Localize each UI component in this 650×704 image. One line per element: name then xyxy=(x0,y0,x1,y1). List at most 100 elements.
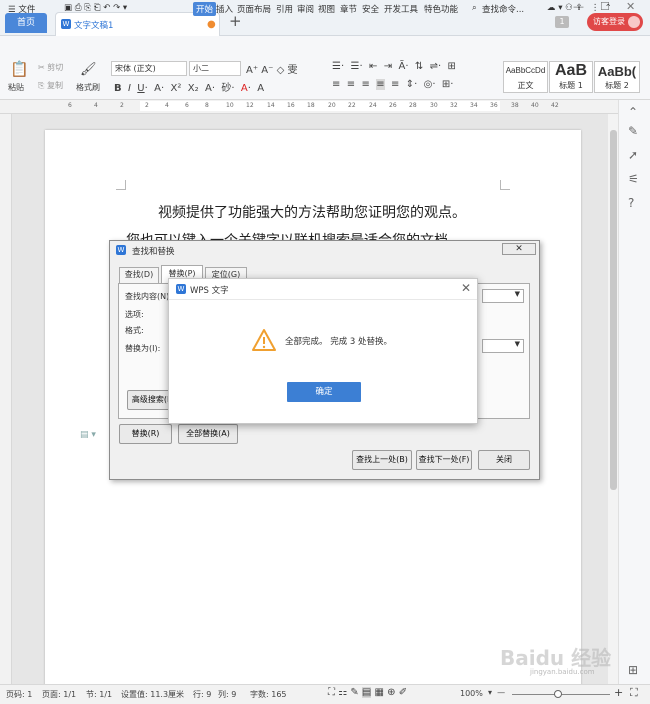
quick-access-icons[interactable]: ▣ ⎙ ⎘ ⎗ ↶ ↷ ▾ xyxy=(64,3,127,13)
find-content-dropdown-icon[interactable]: ▼ xyxy=(482,289,524,303)
ruler-number: 6 xyxy=(185,102,189,109)
message-text: 全部完成。 完成 3 处替换。 xyxy=(285,337,393,347)
command-search[interactable]: 查找命令... xyxy=(482,3,524,15)
ok-button[interactable]: 确定 xyxy=(287,382,361,402)
tab-find[interactable]: 查找(D) xyxy=(119,267,159,283)
replace-all-button[interactable]: 全部替换(A) xyxy=(178,424,238,444)
status-pages: 页面: 1/1 xyxy=(42,690,77,699)
style-heading1-label: 标题 1 xyxy=(559,81,583,90)
zoom-in-icon[interactable]: + xyxy=(614,686,623,699)
wps-writer-icon: W xyxy=(61,19,71,29)
ruler-number: 24 xyxy=(369,102,377,109)
copy-label: 复制 xyxy=(46,81,63,90)
cut-button[interactable]: ✂ 剪切 xyxy=(38,62,63,73)
margin-corner-tl xyxy=(116,180,126,190)
zoom-slider-handle[interactable] xyxy=(554,690,562,698)
menu-review[interactable]: 审阅 xyxy=(297,3,314,15)
menu-security[interactable]: 安全 xyxy=(362,3,379,15)
settings-sliders-icon[interactable]: ⚟ xyxy=(628,172,639,186)
find-dialog-title: 查找和替换 xyxy=(132,247,175,257)
fit-page-icon[interactable]: ⛶ xyxy=(630,686,638,700)
style-normal[interactable]: AaBbCcDd 正文 xyxy=(503,61,548,93)
avatar-icon xyxy=(628,16,640,28)
font-grow-shrink-icons[interactable]: A⁺ A⁻ ◇ 雯 xyxy=(246,61,297,76)
scrollbar-thumb[interactable] xyxy=(610,130,617,490)
replace-dropdown-icon[interactable]: ▼ xyxy=(482,339,524,353)
ruler-number: 18 xyxy=(307,102,315,109)
ruler-number: 28 xyxy=(409,102,417,109)
close-dialog-button[interactable]: 关闭 xyxy=(478,450,530,470)
format-painter-label[interactable]: 格式刷 xyxy=(76,82,100,93)
menu-insert[interactable]: 插入 xyxy=(216,3,233,15)
font-name-select[interactable]: 宋体 (正文) xyxy=(111,61,187,76)
apps-grid-icon[interactable]: ⊞ xyxy=(628,663,638,677)
right-sidebar xyxy=(618,100,650,684)
menu-view[interactable]: 视图 xyxy=(318,3,335,15)
vertical-ruler[interactable] xyxy=(0,114,12,684)
file-menu[interactable]: ☰ 文件 xyxy=(8,3,35,15)
style-normal-preview: AaBbCcDd xyxy=(505,66,546,75)
cloud-sync-icons[interactable]: ☁ ▾ ⚇ ⇪ ⋮ ⌃ xyxy=(547,3,612,13)
menu-start[interactable]: 开始 xyxy=(193,2,217,16)
find-next-button[interactable]: 查找下一处(F) xyxy=(416,450,472,470)
format-painter-icon[interactable]: 🖌 xyxy=(80,62,97,77)
ruler-text-area xyxy=(140,101,500,111)
font-size-select[interactable]: 小二 xyxy=(189,61,241,76)
menu-page-layout[interactable]: 页面布局 xyxy=(237,3,271,15)
ruler-number: 34 xyxy=(470,102,478,109)
font-format-icons[interactable]: B I U· A· X² X₂ A· 砂· A· A xyxy=(114,79,264,94)
menu-bar xyxy=(0,36,650,56)
style-heading1[interactable]: AaB 标题 1 xyxy=(549,61,593,93)
zoom-out-icon[interactable]: ▾ — xyxy=(488,688,505,697)
menu-chapter[interactable]: 章节 xyxy=(340,3,357,15)
style-heading1-preview: AaB xyxy=(554,62,587,79)
close-window-icon[interactable]: ✕ xyxy=(626,0,635,13)
menu-features[interactable]: 特色功能 xyxy=(424,3,458,15)
edit-icon[interactable]: ✎ xyxy=(628,124,638,138)
ruler-number: 38 xyxy=(511,102,519,109)
status-page: 页码: 1 xyxy=(6,690,33,699)
paragraph-list-icons[interactable]: ☰· ☰· ⇤ ⇥ Ã· ⇅ ⇌· ⊞ xyxy=(332,61,456,72)
style-heading2[interactable]: AaBb(标题 2 xyxy=(594,61,640,93)
ruler-number: 30 xyxy=(430,102,438,109)
ruler-number: 6 xyxy=(68,102,72,109)
ruler-number: 10 xyxy=(226,102,234,109)
status-section: 节: 1/1 xyxy=(86,690,113,699)
tab-document-title: 文字文稿1 xyxy=(74,21,114,31)
ruler-number: 4 xyxy=(94,102,98,109)
copy-button[interactable]: ⎘ 复制 xyxy=(38,80,63,91)
doc-paste-options-icon[interactable]: ▤ ▾ xyxy=(80,430,96,440)
paste-label[interactable]: 粘贴 xyxy=(8,82,24,93)
status-word-count[interactable]: 字数: 165 xyxy=(250,689,287,700)
status-row: 行: 9 xyxy=(193,690,212,699)
paste-icon[interactable]: 📋 xyxy=(10,60,29,78)
baidu-watermark: Baidu 经验 xyxy=(500,646,612,670)
ruler-number: 14 xyxy=(267,102,275,109)
ruler-number: 8 xyxy=(205,102,209,109)
message-close-icon[interactable]: ✕ xyxy=(461,281,471,295)
ruler-number: 4 xyxy=(165,102,169,109)
paragraph-align-icons[interactable]: ≡ ≡ ≡ ≡ ≡ ⇕· ◎· ⊞· xyxy=(332,79,453,90)
ruler-number: 42 xyxy=(551,102,559,109)
replace-button[interactable]: 替换(R) xyxy=(119,424,172,444)
zoom-level[interactable]: 100% xyxy=(460,689,483,698)
ruler-number: 26 xyxy=(389,102,397,109)
style-heading2-label: 标题 2 xyxy=(605,81,629,90)
search-icon[interactable]: ⌕ xyxy=(472,3,477,13)
ruler-number: 2 xyxy=(120,102,124,109)
find-content-label: 查找内容(N) xyxy=(125,292,170,301)
doc-line-1: 视频提供了功能强大的方法帮助您证明您的观点。 xyxy=(158,205,466,221)
collapse-icon[interactable]: ⌃ xyxy=(628,105,638,119)
tab-home[interactable]: 首页 xyxy=(5,13,47,33)
select-cursor-icon[interactable]: ➚ xyxy=(628,148,638,162)
help-icon[interactable]: ? xyxy=(628,196,634,210)
menu-developer[interactable]: 开发工具 xyxy=(384,3,418,15)
menu-references[interactable]: 引用 xyxy=(276,3,293,15)
visitor-login-button[interactable]: 访客登录 xyxy=(587,13,643,31)
ruler-number: 16 xyxy=(287,102,295,109)
baidu-watermark-url: jingyan.baidu.com xyxy=(530,668,595,676)
view-mode-icons[interactable]: ⛶ ⚏ ✎ ▤ ▦ ⊕ ✐ xyxy=(328,687,407,698)
find-dialog-close-icon[interactable]: ✕ xyxy=(502,243,536,255)
find-previous-button[interactable]: 查找上一处(B) xyxy=(352,450,412,470)
ruler-number: 40 xyxy=(531,102,539,109)
